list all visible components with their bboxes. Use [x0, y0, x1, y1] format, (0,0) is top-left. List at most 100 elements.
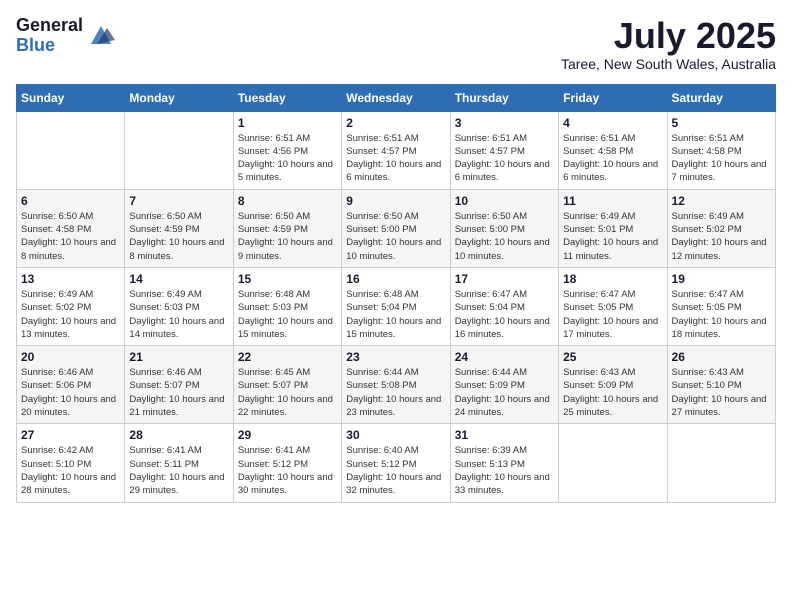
- day-info: Sunrise: 6:47 AMSunset: 5:05 PMDaylight:…: [563, 288, 662, 341]
- day-cell: 5 Sunrise: 6:51 AMSunset: 4:58 PMDaylight…: [667, 111, 775, 189]
- month-title: July 2025: [561, 16, 776, 56]
- day-number: 23: [346, 350, 445, 364]
- day-info: Sunrise: 6:47 AMSunset: 5:04 PMDaylight:…: [455, 288, 554, 341]
- day-info: Sunrise: 6:51 AMSunset: 4:57 PMDaylight:…: [455, 132, 554, 185]
- day-cell: 17 Sunrise: 6:47 AMSunset: 5:04 PMDayligh…: [450, 267, 558, 345]
- week-row-1: 1Sunrise: 6:51 AMSunset: 4:56 PMDaylight…: [17, 111, 776, 189]
- header-monday: Monday: [125, 84, 233, 111]
- day-info: Sunrise: 6:49 AMSunset: 5:02 PMDaylight:…: [672, 210, 771, 263]
- day-number: 18: [563, 272, 662, 286]
- day-info: Sunrise: 6:45 AMSunset: 5:07 PMDaylight:…: [238, 366, 337, 419]
- day-cell: 25Sunrise: 6:43 AMSunset: 5:09 PMDayligh…: [559, 346, 667, 424]
- day-info: Sunrise: 6:39 AMSunset: 5:13 PMDaylight:…: [455, 444, 554, 497]
- logo-text: General Blue: [16, 16, 83, 56]
- day-cell: 10 Sunrise: 6:50 AMSunset: 5:00 PMDayligh…: [450, 189, 558, 267]
- day-info: Sunrise: 6:49 AMSunset: 5:01 PMDaylight:…: [563, 210, 662, 263]
- day-cell: 18 Sunrise: 6:47 AMSunset: 5:05 PMDayligh…: [559, 267, 667, 345]
- day-number: 9: [346, 194, 445, 208]
- day-info: Sunrise: 6:50 AMSunset: 5:00 PMDaylight:…: [455, 210, 554, 263]
- day-cell: 1Sunrise: 6:51 AMSunset: 4:56 PMDaylight…: [233, 111, 341, 189]
- day-cell: 14Sunrise: 6:49 AMSunset: 5:03 PMDayligh…: [125, 267, 233, 345]
- day-number: 20: [21, 350, 120, 364]
- day-number: 5: [672, 116, 771, 130]
- header-friday: Friday: [559, 84, 667, 111]
- day-cell: 16 Sunrise: 6:48 AMSunset: 5:04 PMDayligh…: [342, 267, 450, 345]
- day-cell: 3 Sunrise: 6:51 AMSunset: 4:57 PMDaylight…: [450, 111, 558, 189]
- day-cell: 29 Sunrise: 6:41 AMSunset: 5:12 PMDayligh…: [233, 424, 341, 502]
- day-cell: 22 Sunrise: 6:45 AMSunset: 5:07 PMDayligh…: [233, 346, 341, 424]
- title-area: July 2025 Taree, New South Wales, Austra…: [561, 16, 776, 72]
- day-info: Sunrise: 6:47 AMSunset: 5:05 PMDaylight:…: [672, 288, 771, 341]
- day-cell: 15Sunrise: 6:48 AMSunset: 5:03 PMDayligh…: [233, 267, 341, 345]
- day-cell: 8 Sunrise: 6:50 AMSunset: 4:59 PMDaylight…: [233, 189, 341, 267]
- day-info: Sunrise: 6:48 AMSunset: 5:04 PMDaylight:…: [346, 288, 445, 341]
- day-number: 13: [21, 272, 120, 286]
- week-row-2: 6 Sunrise: 6:50 AMSunset: 4:58 PMDaylight…: [17, 189, 776, 267]
- day-cell: 7 Sunrise: 6:50 AMSunset: 4:59 PMDaylight…: [125, 189, 233, 267]
- logo-general: General: [16, 16, 83, 36]
- day-info: Sunrise: 6:50 AMSunset: 4:59 PMDaylight:…: [129, 210, 228, 263]
- day-cell: 23 Sunrise: 6:44 AMSunset: 5:08 PMDayligh…: [342, 346, 450, 424]
- day-number: 3: [455, 116, 554, 130]
- day-info: Sunrise: 6:41 AMSunset: 5:12 PMDaylight:…: [238, 444, 337, 497]
- day-number: 8: [238, 194, 337, 208]
- day-number: 30: [346, 428, 445, 442]
- day-info: Sunrise: 6:44 AMSunset: 5:09 PMDaylight:…: [455, 366, 554, 419]
- week-row-3: 13Sunrise: 6:49 AMSunset: 5:02 PMDayligh…: [17, 267, 776, 345]
- day-number: 11: [563, 194, 662, 208]
- week-row-5: 27Sunrise: 6:42 AMSunset: 5:10 PMDayligh…: [17, 424, 776, 502]
- day-number: 7: [129, 194, 228, 208]
- day-cell: 27Sunrise: 6:42 AMSunset: 5:10 PMDayligh…: [17, 424, 125, 502]
- day-number: 15: [238, 272, 337, 286]
- day-cell: 12 Sunrise: 6:49 AMSunset: 5:02 PMDayligh…: [667, 189, 775, 267]
- header-wednesday: Wednesday: [342, 84, 450, 111]
- day-info: Sunrise: 6:43 AMSunset: 5:09 PMDaylight:…: [563, 366, 662, 419]
- day-number: 2: [346, 116, 445, 130]
- day-info: Sunrise: 6:44 AMSunset: 5:08 PMDaylight:…: [346, 366, 445, 419]
- day-cell: [17, 111, 125, 189]
- day-number: 21: [129, 350, 228, 364]
- header-saturday: Saturday: [667, 84, 775, 111]
- day-number: 14: [129, 272, 228, 286]
- day-cell: [559, 424, 667, 502]
- day-number: 6: [21, 194, 120, 208]
- day-number: 12: [672, 194, 771, 208]
- day-number: 31: [455, 428, 554, 442]
- day-cell: 30 Sunrise: 6:40 AMSunset: 5:12 PMDayligh…: [342, 424, 450, 502]
- calendar-table: SundayMondayTuesdayWednesdayThursdayFrid…: [16, 84, 776, 503]
- day-info: Sunrise: 6:50 AMSunset: 5:00 PMDaylight:…: [346, 210, 445, 263]
- day-number: 1: [238, 116, 337, 130]
- day-number: 29: [238, 428, 337, 442]
- day-number: 26: [672, 350, 771, 364]
- day-cell: 9 Sunrise: 6:50 AMSunset: 5:00 PMDaylight…: [342, 189, 450, 267]
- day-number: 22: [238, 350, 337, 364]
- day-cell: 21 Sunrise: 6:46 AMSunset: 5:07 PMDayligh…: [125, 346, 233, 424]
- day-cell: 31 Sunrise: 6:39 AMSunset: 5:13 PMDayligh…: [450, 424, 558, 502]
- day-info: Sunrise: 6:51 AMSunset: 4:57 PMDaylight:…: [346, 132, 445, 185]
- day-info: Sunrise: 6:51 AMSunset: 4:58 PMDaylight:…: [672, 132, 771, 185]
- day-info: Sunrise: 6:40 AMSunset: 5:12 PMDaylight:…: [346, 444, 445, 497]
- location-subtitle: Taree, New South Wales, Australia: [561, 56, 776, 72]
- day-cell: 19Sunrise: 6:47 AMSunset: 5:05 PMDayligh…: [667, 267, 775, 345]
- day-info: Sunrise: 6:50 AMSunset: 4:58 PMDaylight:…: [21, 210, 120, 263]
- week-row-4: 20 Sunrise: 6:46 AMSunset: 5:06 PMDayligh…: [17, 346, 776, 424]
- day-info: Sunrise: 6:46 AMSunset: 5:07 PMDaylight:…: [129, 366, 228, 419]
- day-number: 28: [129, 428, 228, 442]
- calendar-header-row: SundayMondayTuesdayWednesdayThursdayFrid…: [17, 84, 776, 111]
- day-info: Sunrise: 6:50 AMSunset: 4:59 PMDaylight:…: [238, 210, 337, 263]
- logo-blue: Blue: [16, 36, 83, 56]
- day-info: Sunrise: 6:43 AMSunset: 5:10 PMDaylight:…: [672, 366, 771, 419]
- day-cell: [667, 424, 775, 502]
- day-cell: 26 Sunrise: 6:43 AMSunset: 5:10 PMDayligh…: [667, 346, 775, 424]
- day-number: 4: [563, 116, 662, 130]
- day-cell: 2 Sunrise: 6:51 AMSunset: 4:57 PMDaylight…: [342, 111, 450, 189]
- day-cell: 4Sunrise: 6:51 AMSunset: 4:58 PMDaylight…: [559, 111, 667, 189]
- day-cell: 13Sunrise: 6:49 AMSunset: 5:02 PMDayligh…: [17, 267, 125, 345]
- day-number: 16: [346, 272, 445, 286]
- day-number: 17: [455, 272, 554, 286]
- header-sunday: Sunday: [17, 84, 125, 111]
- logo-icon: [87, 20, 115, 48]
- day-number: 10: [455, 194, 554, 208]
- day-info: Sunrise: 6:46 AMSunset: 5:06 PMDaylight:…: [21, 366, 120, 419]
- header-tuesday: Tuesday: [233, 84, 341, 111]
